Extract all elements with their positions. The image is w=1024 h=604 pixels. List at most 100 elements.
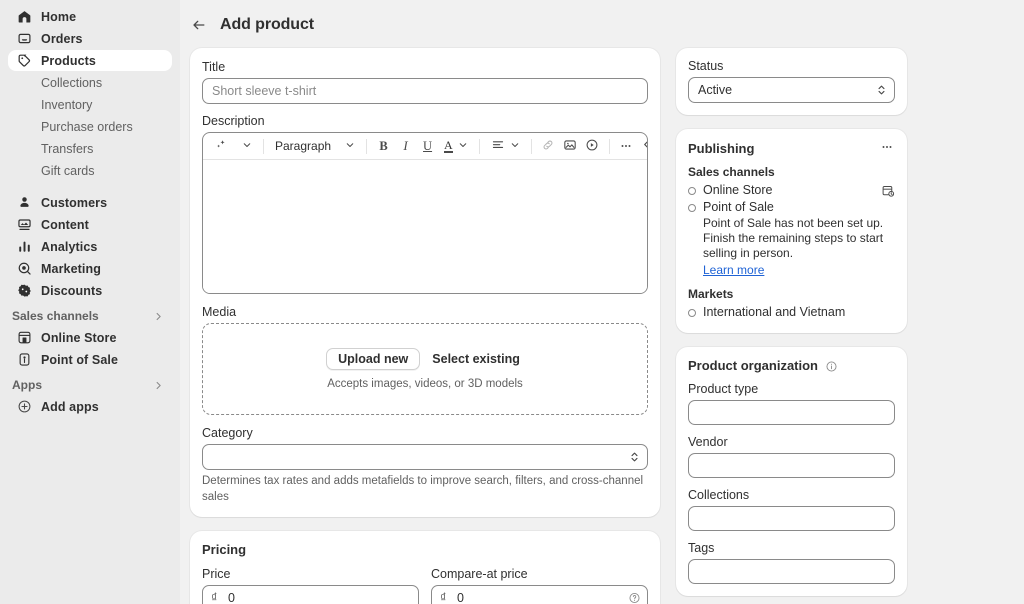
chevron-down-icon — [458, 139, 468, 153]
sidebar-item-online-store[interactable]: Online Store — [8, 327, 172, 348]
publishing-title: Publishing — [688, 140, 755, 156]
sidebar-section-sales-channels[interactable]: Sales channels — [8, 305, 172, 327]
more-horizontal-icon — [618, 139, 634, 153]
sales-channel-row[interactable]: Online Store — [688, 183, 895, 198]
view-html-button[interactable] — [639, 136, 647, 157]
sidebar-item-orders[interactable]: Orders — [8, 28, 172, 49]
products-tag-icon — [16, 53, 32, 69]
sidebar-item-purchase-orders[interactable]: Purchase orders — [8, 116, 172, 137]
underline-button[interactable]: U — [417, 136, 438, 157]
compare-at-price-label: Compare-at price — [431, 567, 528, 582]
info-circle-icon[interactable] — [825, 360, 838, 373]
insert-link-button[interactable] — [538, 136, 559, 157]
product-type-input[interactable] — [688, 400, 895, 426]
more-options-button[interactable] — [616, 136, 637, 157]
description-label: Description — [202, 114, 265, 128]
sidebar-item-discounts[interactable]: Discounts — [8, 280, 172, 301]
italic-button[interactable]: I — [395, 136, 416, 157]
compare-at-price-input[interactable] — [431, 585, 648, 604]
customer-person-icon — [16, 195, 32, 211]
app-root: Home Orders Products Collections Invento… — [0, 0, 1024, 604]
toolbar-divider — [530, 138, 532, 154]
sidebar-item-customers[interactable]: Customers — [8, 192, 172, 213]
sidebar: Home Orders Products Collections Invento… — [0, 0, 180, 604]
sales-channels-label: Sales channels — [688, 165, 775, 179]
sidebar-item-inventory[interactable]: Inventory — [8, 94, 172, 115]
schedule-calendar-icon[interactable] — [881, 184, 895, 198]
block-format-select[interactable]: Paragraph — [270, 136, 360, 157]
markets-label: Markets — [688, 287, 734, 301]
bold-button[interactable]: B — [373, 136, 394, 157]
category-select[interactable] — [202, 444, 648, 470]
discounts-icon — [16, 283, 32, 299]
bullet-circle-icon — [688, 187, 696, 195]
help-circle-icon[interactable] — [628, 592, 641, 604]
orders-inbox-icon — [16, 31, 32, 47]
tags-field: Tags — [688, 541, 895, 585]
tags-input[interactable] — [688, 559, 895, 585]
align-left-icon — [491, 138, 505, 155]
select-existing-button[interactable]: Select existing — [428, 349, 524, 369]
home-icon — [16, 9, 32, 25]
sidebar-subitem-label: Gift cards — [41, 163, 95, 178]
collections-label: Collections — [688, 488, 750, 503]
analytics-bars-icon — [16, 239, 32, 255]
sidebar-item-content[interactable]: Content — [8, 214, 172, 235]
description-editor: Paragraph B I U A — [202, 132, 648, 294]
sidebar-item-add-apps[interactable]: Add apps — [8, 396, 172, 417]
status-select[interactable]: Active — [688, 77, 895, 103]
status-value: Active — [698, 83, 733, 97]
media-dropzone[interactable]: Upload new Select existing Accepts image… — [202, 323, 648, 415]
page-title: Add product — [220, 15, 314, 33]
upload-new-button[interactable]: Upload new — [326, 348, 421, 370]
sidebar-item-marketing[interactable]: Marketing — [8, 258, 172, 279]
media-actions: Upload new Select existing — [326, 348, 524, 370]
market-row[interactable]: International and Vietnam — [688, 305, 895, 319]
collections-input[interactable] — [688, 506, 895, 532]
back-button[interactable] — [190, 16, 208, 34]
link-icon — [541, 138, 555, 155]
sidebar-item-gift-cards[interactable]: Gift cards — [8, 160, 172, 181]
category-select-wrap — [202, 444, 648, 470]
title-label: Title — [202, 60, 226, 74]
sidebar-section-apps[interactable]: Apps — [8, 374, 172, 396]
learn-more-link[interactable]: Learn more — [703, 263, 764, 277]
product-organization-title: Product organization — [688, 358, 818, 373]
text-color-icon: A — [444, 138, 453, 153]
bullet-circle-icon — [688, 309, 696, 317]
insert-image-button[interactable] — [560, 136, 581, 157]
content-columns: Title Description — [180, 48, 1008, 604]
sidebar-divider-gap — [8, 182, 172, 192]
storefront-icon — [16, 330, 32, 346]
title-input[interactable] — [202, 78, 648, 104]
toolbar-divider — [478, 138, 480, 154]
content-icon — [16, 217, 32, 233]
pricing-card: Pricing Price ₫ Compare-at price — [190, 531, 660, 604]
sidebar-item-point-of-sale[interactable]: Point of Sale — [8, 349, 172, 370]
vendor-input[interactable] — [688, 453, 895, 479]
left-column: Title Description — [190, 48, 660, 604]
insert-video-button[interactable] — [582, 136, 603, 157]
price-label: Price — [202, 567, 231, 582]
publishing-more-button[interactable] — [879, 140, 895, 156]
sidebar-subitem-label: Transfers — [41, 141, 94, 156]
sidebar-item-products[interactable]: Products — [8, 50, 172, 71]
sidebar-item-analytics[interactable]: Analytics — [8, 236, 172, 257]
sales-channel-row[interactable]: Point of Sale — [688, 200, 895, 214]
price-input[interactable] — [202, 585, 419, 604]
ai-assist-button[interactable] — [209, 136, 257, 157]
compare-at-price-field: Compare-at price ₫ — [431, 567, 648, 604]
align-button[interactable] — [486, 136, 525, 157]
sales-channel-name: Point of Sale — [703, 200, 774, 214]
pricing-title: Pricing — [202, 542, 247, 558]
sidebar-item-home[interactable]: Home — [8, 6, 172, 27]
text-color-button[interactable]: A — [439, 136, 473, 157]
product-type-label: Product type — [688, 382, 759, 397]
sidebar-item-label: Marketing — [41, 261, 101, 276]
description-textarea[interactable] — [203, 160, 647, 293]
code-icon — [642, 137, 647, 155]
sidebar-item-collections[interactable]: Collections — [8, 72, 172, 93]
underline-icon: U — [423, 138, 433, 153]
sidebar-item-label: Point of Sale — [41, 352, 119, 367]
sidebar-item-transfers[interactable]: Transfers — [8, 138, 172, 159]
